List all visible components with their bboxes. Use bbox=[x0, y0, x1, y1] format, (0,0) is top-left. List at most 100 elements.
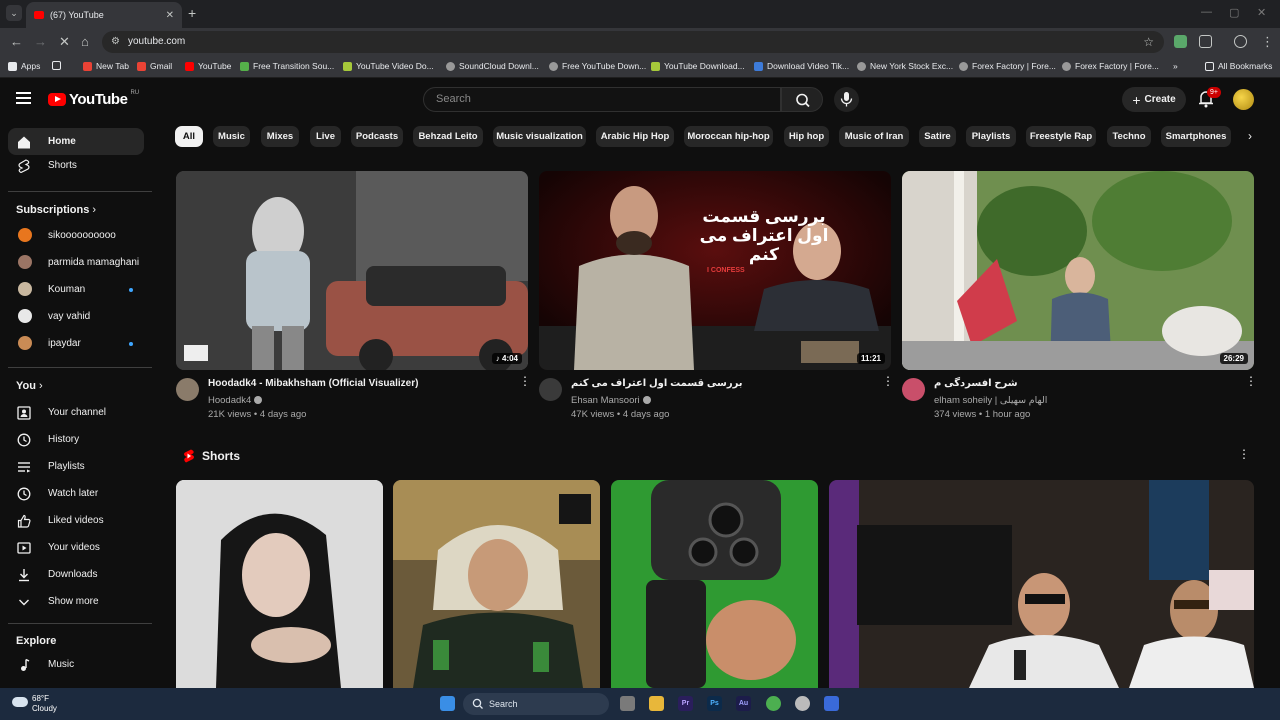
bookmark-youtube-video-do[interactable]: YouTube Video Do... bbox=[343, 61, 434, 71]
hamburger-menu-icon[interactable] bbox=[16, 92, 31, 104]
chip-music-visualization[interactable]: Music visualization bbox=[493, 126, 586, 147]
chip-music[interactable]: Music bbox=[213, 126, 250, 147]
channel-avatar[interactable] bbox=[902, 378, 925, 401]
video-title[interactable]: بررسی قسمت اول اعتراف می کنم bbox=[571, 378, 743, 389]
subscription-item[interactable]: vay vahid bbox=[8, 303, 144, 330]
bookmark-free-youtube-down[interactable]: Free YouTube Down... bbox=[549, 61, 646, 71]
bookmark-star-icon[interactable]: ☆ bbox=[1143, 31, 1154, 53]
channel-avatar[interactable] bbox=[176, 378, 199, 401]
channel-name[interactable]: Hoodadk4 bbox=[208, 395, 263, 406]
tab-search-button[interactable]: ⌄ bbox=[6, 5, 22, 21]
bookmark-nyse[interactable]: New York Stock Exc... bbox=[857, 61, 953, 71]
file-explorer-icon[interactable] bbox=[649, 696, 664, 711]
site-info-icon[interactable]: ⚙ bbox=[111, 31, 120, 53]
taskbar-search[interactable]: Search bbox=[463, 693, 609, 715]
sidebar-item-your-channel[interactable]: Your channel bbox=[8, 399, 144, 426]
subscriptions-heading[interactable]: Subscriptions › bbox=[16, 204, 96, 216]
shorts-more-icon[interactable]: ⋮ bbox=[1238, 448, 1250, 460]
video-thumbnail[interactable]: بررسی قسمت اول اعتراف می کنم I CONFESS 1… bbox=[539, 171, 891, 370]
task-view-icon[interactable] bbox=[620, 696, 635, 711]
short-thumbnail[interactable] bbox=[829, 480, 1254, 688]
chip-freestyle-rap[interactable]: Freestyle Rap bbox=[1026, 126, 1096, 147]
voice-search-button[interactable] bbox=[834, 87, 859, 112]
close-window-button[interactable]: ✕ bbox=[1257, 6, 1266, 19]
bookmark-gmail[interactable]: Gmail bbox=[137, 61, 172, 71]
extensions-puzzle-icon[interactable] bbox=[1199, 35, 1212, 48]
chip-techno[interactable]: Techno bbox=[1107, 126, 1151, 147]
subscription-item[interactable]: sikoooooooooo bbox=[8, 222, 144, 249]
address-bar[interactable]: ⚙ youtube.com ☆ bbox=[102, 31, 1164, 53]
short-thumbnail[interactable] bbox=[611, 480, 818, 688]
video-title[interactable]: Hoodadk4 - Mibakhsham (Official Visualiz… bbox=[208, 378, 418, 389]
bookmark-free-transition[interactable]: Free Transition Sou... bbox=[240, 61, 334, 71]
channel-name[interactable]: elham soheily | الهام سهیلی bbox=[934, 395, 1047, 406]
sidebar-item-music[interactable]: Music bbox=[8, 651, 144, 678]
browser-tab[interactable]: (67) YouTube ✕ bbox=[26, 2, 182, 28]
subscription-item[interactable]: Kouman bbox=[8, 276, 144, 303]
chip-all[interactable]: All bbox=[175, 126, 203, 147]
chip-moroccan-hip-hop[interactable]: Moroccan hip-hop bbox=[684, 126, 773, 147]
photoshop-icon[interactable]: Ps bbox=[707, 696, 722, 711]
chip-playlists[interactable]: Playlists bbox=[966, 126, 1016, 147]
back-button[interactable]: ← bbox=[10, 34, 23, 49]
bookmark-forex-factory-2[interactable]: Forex Factory | Fore... bbox=[1062, 61, 1159, 71]
all-bookmarks[interactable]: All Bookmarks bbox=[1205, 61, 1272, 71]
obs-icon[interactable] bbox=[795, 696, 810, 711]
chip-mixes[interactable]: Mixes bbox=[261, 126, 299, 147]
video-more-icon[interactable]: ⋮ bbox=[519, 375, 531, 387]
create-button[interactable]: + Create bbox=[1122, 87, 1186, 112]
forward-button[interactable]: → bbox=[34, 34, 47, 49]
video-thumbnail[interactable]: 26:29 bbox=[902, 171, 1254, 370]
bookmark-new-tab[interactable]: New Tab bbox=[83, 61, 129, 71]
chip-satire[interactable]: Satire bbox=[919, 126, 956, 147]
browser-menu-icon[interactable]: ⋮ bbox=[1261, 34, 1274, 50]
sidebar-item-shorts[interactable]: Shorts bbox=[8, 152, 144, 179]
subscription-item[interactable]: parmida mamaghani bbox=[8, 249, 144, 276]
chip-music-of-iran[interactable]: Music of Iran bbox=[839, 126, 909, 147]
maximize-button[interactable]: ▢ bbox=[1229, 6, 1239, 19]
windows-start-icon[interactable] bbox=[440, 696, 455, 711]
show-more-button[interactable]: Show more bbox=[8, 588, 144, 615]
bookmark-youtube[interactable]: YouTube bbox=[185, 61, 231, 71]
new-tab-button[interactable]: + bbox=[188, 5, 196, 21]
short-thumbnail[interactable] bbox=[393, 480, 600, 688]
chip-live[interactable]: Live bbox=[310, 126, 341, 147]
minimize-button[interactable]: — bbox=[1201, 6, 1212, 18]
short-thumbnail[interactable] bbox=[176, 480, 383, 688]
audition-icon[interactable]: Au bbox=[736, 696, 751, 711]
bookmark-forex-factory-1[interactable]: Forex Factory | Fore... bbox=[959, 61, 1056, 71]
video-title[interactable]: شرح افسردگی م bbox=[934, 378, 1018, 389]
channel-avatar[interactable] bbox=[539, 378, 562, 401]
chrome-icon[interactable] bbox=[766, 696, 781, 711]
video-thumbnail[interactable]: ♪ 4:04 bbox=[176, 171, 528, 370]
channel-name[interactable]: Ehsan Mansoori bbox=[571, 395, 651, 406]
bookmark-apps[interactable]: Apps bbox=[8, 61, 40, 71]
chip-smartphones[interactable]: Smartphones bbox=[1161, 126, 1231, 147]
sidebar-item-watch-later[interactable]: Watch later bbox=[8, 480, 144, 507]
home-button[interactable]: ⌂ bbox=[81, 34, 89, 49]
chip-behzad-leito[interactable]: Behzad Leito bbox=[413, 126, 483, 147]
sidebar-item-downloads[interactable]: Downloads bbox=[8, 561, 144, 588]
chip-hip-hop[interactable]: Hip hop bbox=[784, 126, 829, 147]
search-button[interactable] bbox=[781, 87, 823, 112]
profile-icon[interactable] bbox=[1234, 35, 1247, 48]
extension-icon[interactable] bbox=[1174, 35, 1187, 48]
premiere-pro-icon[interactable]: Pr bbox=[678, 696, 693, 711]
weather-widget[interactable]: 68°F Cloudy bbox=[12, 694, 57, 714]
account-avatar[interactable] bbox=[1233, 89, 1254, 110]
youtube-logo[interactable]: YouTube RU bbox=[48, 90, 139, 108]
bookmark-download-video-tik[interactable]: Download Video Tik... bbox=[754, 61, 849, 71]
sidebar-item-liked-videos[interactable]: Liked videos bbox=[8, 507, 144, 534]
chip-podcasts[interactable]: Podcasts bbox=[351, 126, 403, 147]
you-heading[interactable]: You › bbox=[16, 380, 43, 392]
chip-arabic-hip-hop[interactable]: Arabic Hip Hop bbox=[596, 126, 674, 147]
bookmark-grid[interactable] bbox=[52, 61, 61, 70]
video-more-icon[interactable]: ⋮ bbox=[1245, 375, 1257, 387]
app-icon[interactable] bbox=[824, 696, 839, 711]
search-input[interactable]: Search bbox=[423, 87, 781, 112]
sidebar-item-your-videos[interactable]: Your videos bbox=[8, 534, 144, 561]
more-bookmarks-chevron-icon[interactable]: » bbox=[1173, 61, 1178, 71]
subscription-item[interactable]: ipaydar bbox=[8, 330, 144, 357]
bookmark-soundcloud[interactable]: SoundCloud Downl... bbox=[446, 61, 539, 71]
bookmark-youtube-download[interactable]: YouTube Download... bbox=[651, 61, 745, 71]
